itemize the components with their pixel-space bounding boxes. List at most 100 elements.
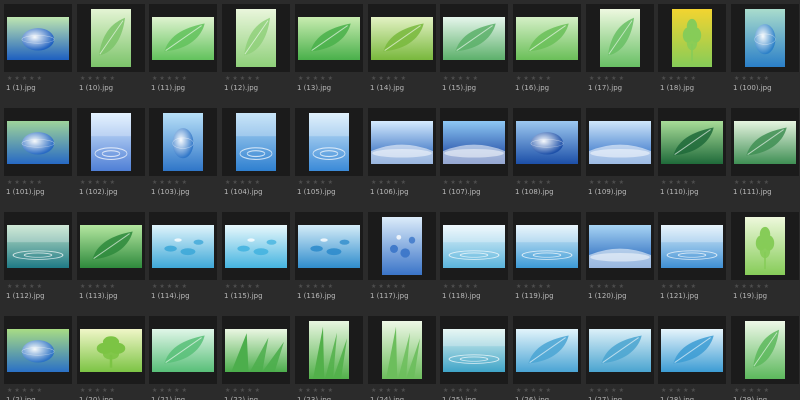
rating-stars[interactable]: ★ ★ ★ ★ ★	[152, 283, 187, 290]
star-icon[interactable]: ★	[305, 387, 310, 394]
thumbnail-image[interactable]	[371, 120, 433, 164]
star-icon[interactable]: ★	[741, 283, 746, 290]
thumbnail-item[interactable]: ★ ★ ★ ★ ★ 1 (107).jpg	[440, 108, 508, 202]
thumbnail-image[interactable]	[225, 328, 287, 372]
star-icon[interactable]: ★	[240, 283, 245, 290]
thumbnail-item[interactable]: ★ ★ ★ ★ ★ 1 (28).jpg	[658, 316, 726, 400]
star-icon[interactable]: ★	[465, 387, 470, 394]
thumbnail-image[interactable]	[443, 120, 505, 164]
star-icon[interactable]: ★	[320, 283, 325, 290]
star-icon[interactable]: ★	[22, 387, 27, 394]
rating-stars[interactable]: ★ ★ ★ ★ ★	[298, 283, 333, 290]
star-icon[interactable]: ★	[313, 75, 318, 82]
thumbnail-frame[interactable]	[440, 4, 508, 72]
star-icon[interactable]: ★	[668, 387, 673, 394]
star-icon[interactable]: ★	[443, 75, 448, 82]
thumbnail-item[interactable]: ★ ★ ★ ★ ★ 1 (100).jpg	[731, 4, 799, 98]
star-icon[interactable]: ★	[749, 75, 754, 82]
thumbnail-frame[interactable]	[658, 108, 726, 176]
thumbnail-frame[interactable]	[77, 316, 145, 384]
thumbnail-image[interactable]	[382, 321, 422, 379]
star-icon[interactable]: ★	[465, 179, 470, 186]
star-icon[interactable]: ★	[305, 75, 310, 82]
star-icon[interactable]: ★	[683, 75, 688, 82]
star-icon[interactable]: ★	[604, 283, 609, 290]
star-icon[interactable]: ★	[450, 179, 455, 186]
thumbnail-frame[interactable]	[222, 316, 290, 384]
star-icon[interactable]: ★	[450, 283, 455, 290]
thumbnail-item[interactable]: ★ ★ ★ ★ ★ 1 (105).jpg	[295, 108, 363, 202]
thumbnail-frame[interactable]	[222, 108, 290, 176]
thumbnail-item[interactable]: ★ ★ ★ ★ ★ 1 (115).jpg	[222, 212, 290, 306]
star-icon[interactable]: ★	[371, 283, 376, 290]
star-icon[interactable]: ★	[734, 179, 739, 186]
star-icon[interactable]: ★	[764, 75, 769, 82]
star-icon[interactable]: ★	[683, 179, 688, 186]
rating-stars[interactable]: ★ ★ ★ ★ ★	[7, 283, 42, 290]
star-icon[interactable]: ★	[247, 75, 252, 82]
thumbnail-image[interactable]	[734, 120, 796, 164]
rating-stars[interactable]: ★ ★ ★ ★ ★	[225, 75, 260, 82]
star-icon[interactable]: ★	[531, 75, 536, 82]
thumbnail-frame[interactable]	[77, 4, 145, 72]
thumbnail-image[interactable]	[589, 328, 651, 372]
star-icon[interactable]: ★	[734, 75, 739, 82]
thumbnail-image[interactable]	[661, 224, 723, 268]
star-icon[interactable]: ★	[320, 179, 325, 186]
star-icon[interactable]: ★	[596, 75, 601, 82]
thumbnail-image[interactable]	[91, 113, 131, 171]
star-icon[interactable]: ★	[159, 75, 164, 82]
thumbnail-image[interactable]	[298, 16, 360, 60]
star-icon[interactable]: ★	[110, 75, 115, 82]
star-icon[interactable]: ★	[756, 179, 761, 186]
rating-stars[interactable]: ★ ★ ★ ★ ★	[225, 179, 260, 186]
rating-stars[interactable]: ★ ★ ★ ★ ★	[80, 75, 115, 82]
thumbnail-image[interactable]	[600, 9, 640, 67]
rating-stars[interactable]: ★ ★ ★ ★ ★	[371, 283, 406, 290]
thumbnail-frame[interactable]	[586, 212, 654, 280]
star-icon[interactable]: ★	[102, 283, 107, 290]
star-icon[interactable]: ★	[465, 75, 470, 82]
thumbnail-frame[interactable]	[149, 4, 217, 72]
rating-stars[interactable]: ★ ★ ★ ★ ★	[589, 75, 624, 82]
star-icon[interactable]: ★	[676, 75, 681, 82]
thumbnail-item[interactable]: ★ ★ ★ ★ ★ 1 (27).jpg	[586, 316, 654, 400]
star-icon[interactable]: ★	[538, 387, 543, 394]
star-icon[interactable]: ★	[7, 75, 12, 82]
thumbnail-frame[interactable]	[368, 108, 436, 176]
rating-stars[interactable]: ★ ★ ★ ★ ★	[661, 75, 696, 82]
star-icon[interactable]: ★	[152, 75, 157, 82]
thumbnail-frame[interactable]	[4, 4, 72, 72]
star-icon[interactable]: ★	[611, 179, 616, 186]
star-icon[interactable]: ★	[174, 75, 179, 82]
star-icon[interactable]: ★	[313, 283, 318, 290]
thumbnail-image[interactable]	[516, 224, 578, 268]
star-icon[interactable]: ★	[546, 75, 551, 82]
thumbnail-frame[interactable]	[440, 316, 508, 384]
star-icon[interactable]: ★	[95, 179, 100, 186]
rating-stars[interactable]: ★ ★ ★ ★ ★	[661, 179, 696, 186]
star-icon[interactable]: ★	[255, 387, 260, 394]
thumbnail-image[interactable]	[7, 16, 69, 60]
rating-stars[interactable]: ★ ★ ★ ★ ★	[152, 75, 187, 82]
star-icon[interactable]: ★	[619, 179, 624, 186]
star-icon[interactable]: ★	[174, 387, 179, 394]
star-icon[interactable]: ★	[240, 387, 245, 394]
star-icon[interactable]: ★	[167, 283, 172, 290]
star-icon[interactable]: ★	[611, 387, 616, 394]
star-icon[interactable]: ★	[174, 179, 179, 186]
thumbnail-image[interactable]	[443, 328, 505, 372]
star-icon[interactable]: ★	[167, 75, 172, 82]
thumbnail-item[interactable]: ★ ★ ★ ★ ★ 1 (110).jpg	[658, 108, 726, 202]
star-icon[interactable]: ★	[182, 179, 187, 186]
thumbnail-item[interactable]: ★ ★ ★ ★ ★ 1 (25).jpg	[440, 316, 508, 400]
thumbnail-image[interactable]	[745, 9, 785, 67]
star-icon[interactable]: ★	[386, 75, 391, 82]
star-icon[interactable]: ★	[320, 75, 325, 82]
rating-stars[interactable]: ★ ★ ★ ★ ★	[152, 179, 187, 186]
thumbnail-frame[interactable]	[77, 108, 145, 176]
star-icon[interactable]: ★	[225, 387, 230, 394]
thumbnail-image[interactable]	[80, 224, 142, 268]
star-icon[interactable]: ★	[546, 283, 551, 290]
star-icon[interactable]: ★	[596, 283, 601, 290]
